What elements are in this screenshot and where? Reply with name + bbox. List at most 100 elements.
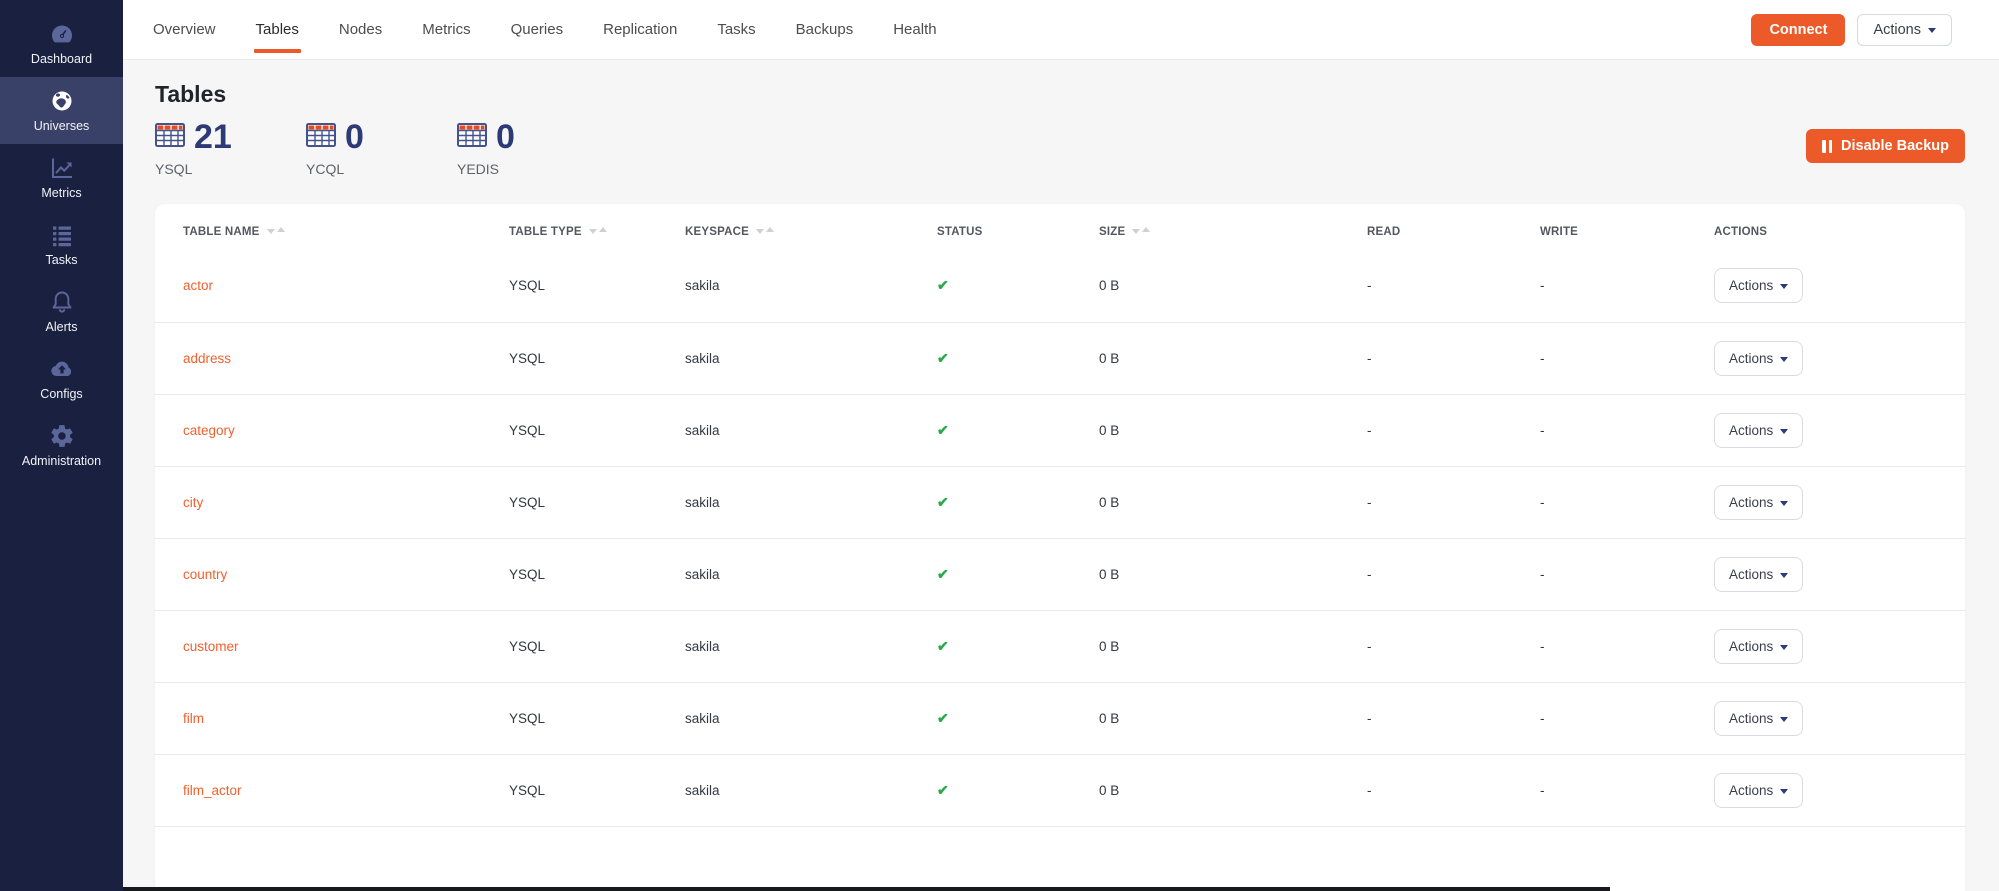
sidebar-item-label: Alerts bbox=[46, 320, 78, 334]
table-name-link[interactable]: category bbox=[183, 423, 235, 438]
chevron-down-icon bbox=[1780, 357, 1788, 362]
stat-top: 0 bbox=[306, 120, 457, 154]
stat-ycql: 0 YCQL bbox=[306, 120, 457, 177]
cell-write: - bbox=[1540, 394, 1714, 466]
sidebar-item-configs[interactable]: Configs bbox=[0, 345, 123, 412]
table-row: countryYSQLsakila✔0 B--Actions bbox=[155, 538, 1965, 610]
row-actions-label: Actions bbox=[1729, 351, 1773, 366]
sidebar-item-administration[interactable]: Administration bbox=[0, 412, 123, 479]
cell-table-name: actor bbox=[155, 250, 509, 322]
row-actions-button[interactable]: Actions bbox=[1714, 557, 1803, 592]
cell-keyspace: sakila bbox=[685, 322, 937, 394]
cell-write: - bbox=[1540, 682, 1714, 754]
tab-metrics[interactable]: Metrics bbox=[422, 0, 470, 59]
check-icon: ✔ bbox=[937, 494, 949, 510]
chevron-down-icon bbox=[1780, 789, 1788, 794]
stat-label: YEDIS bbox=[457, 161, 608, 177]
row-actions-button[interactable]: Actions bbox=[1714, 268, 1803, 303]
column-label: KEYSPACE bbox=[685, 226, 749, 238]
connect-button[interactable]: Connect bbox=[1751, 14, 1845, 46]
cell-read: - bbox=[1367, 682, 1540, 754]
table-row: customerYSQLsakila✔0 B--Actions bbox=[155, 610, 1965, 682]
stat-label: YCQL bbox=[306, 161, 457, 177]
metrics-chart-icon bbox=[49, 155, 75, 181]
cell-table-name: city bbox=[155, 466, 509, 538]
check-icon: ✔ bbox=[937, 782, 949, 798]
table-name-link[interactable]: film_actor bbox=[183, 783, 242, 798]
table-counts: 21YSQL0YCQL0YEDIS bbox=[155, 120, 608, 177]
tab-nodes[interactable]: Nodes bbox=[339, 0, 382, 59]
table-name-link[interactable]: customer bbox=[183, 639, 239, 654]
table-name-link[interactable]: address bbox=[183, 351, 231, 366]
stat-value: 0 bbox=[496, 120, 515, 154]
table-grid-icon bbox=[306, 123, 336, 152]
cell-keyspace: sakila bbox=[685, 538, 937, 610]
table-row: cityYSQLsakila✔0 B--Actions bbox=[155, 466, 1965, 538]
stats-row: 21YSQL0YCQL0YEDIS Disable Backup bbox=[155, 120, 1965, 177]
cell-keyspace: sakila bbox=[685, 394, 937, 466]
check-icon: ✔ bbox=[937, 566, 949, 582]
table-row: addressYSQLsakila✔0 B--Actions bbox=[155, 322, 1965, 394]
tab-tasks[interactable]: Tasks bbox=[717, 0, 755, 59]
tables-table: TABLE NAMETABLE TYPEKEYSPACESTATUSSIZERE… bbox=[155, 204, 1965, 827]
column-header-size[interactable]: SIZE bbox=[1099, 204, 1367, 250]
row-actions-button[interactable]: Actions bbox=[1714, 413, 1803, 448]
tab-tables[interactable]: Tables bbox=[256, 0, 299, 59]
cell-actions: Actions bbox=[1714, 322, 1965, 394]
cell-table-name: address bbox=[155, 322, 509, 394]
sidebar-item-dashboard[interactable]: Dashboard bbox=[0, 10, 123, 77]
table-row: film_actorYSQLsakila✔0 B--Actions bbox=[155, 754, 1965, 826]
chevron-down-icon bbox=[1780, 645, 1788, 650]
chevron-down-icon bbox=[1780, 501, 1788, 506]
table-name-link[interactable]: city bbox=[183, 495, 203, 510]
cell-status: ✔ bbox=[937, 322, 1099, 394]
column-header-keyspace[interactable]: KEYSPACE bbox=[685, 204, 937, 250]
cell-read: - bbox=[1367, 394, 1540, 466]
pause-icon bbox=[1822, 140, 1832, 153]
cell-write: - bbox=[1540, 754, 1714, 826]
actions-dropdown-button[interactable]: Actions bbox=[1857, 14, 1952, 46]
tab-health[interactable]: Health bbox=[893, 0, 936, 59]
row-actions-button[interactable]: Actions bbox=[1714, 701, 1803, 736]
check-icon: ✔ bbox=[937, 350, 949, 366]
cell-table-type: YSQL bbox=[509, 322, 685, 394]
cell-status: ✔ bbox=[937, 754, 1099, 826]
row-actions-label: Actions bbox=[1729, 495, 1773, 510]
sidebar-item-label: Configs bbox=[40, 387, 82, 401]
tab-replication[interactable]: Replication bbox=[603, 0, 677, 59]
sidebar-item-tasks[interactable]: Tasks bbox=[0, 211, 123, 278]
cell-status: ✔ bbox=[937, 682, 1099, 754]
sidebar-item-metrics[interactable]: Metrics bbox=[0, 144, 123, 211]
table-name-link[interactable]: film bbox=[183, 711, 204, 726]
cell-size: 0 B bbox=[1099, 538, 1367, 610]
row-actions-button[interactable]: Actions bbox=[1714, 629, 1803, 664]
row-actions-label: Actions bbox=[1729, 423, 1773, 438]
check-icon: ✔ bbox=[937, 277, 949, 293]
sidebar-item-universes[interactable]: Universes bbox=[0, 77, 123, 144]
cell-actions: Actions bbox=[1714, 682, 1965, 754]
table-name-link[interactable]: country bbox=[183, 567, 227, 582]
chevron-down-icon bbox=[1780, 717, 1788, 722]
tab-backups[interactable]: Backups bbox=[796, 0, 854, 59]
table-name-link[interactable]: actor bbox=[183, 278, 213, 293]
stat-ysql: 21YSQL bbox=[155, 120, 306, 177]
disable-backup-button[interactable]: Disable Backup bbox=[1806, 129, 1965, 163]
table-body: actorYSQLsakila✔0 B--ActionsaddressYSQLs… bbox=[155, 250, 1965, 826]
tab-overview[interactable]: Overview bbox=[153, 0, 216, 59]
table-row: actorYSQLsakila✔0 B--Actions bbox=[155, 250, 1965, 322]
row-actions-button[interactable]: Actions bbox=[1714, 773, 1803, 808]
tab-queries[interactable]: Queries bbox=[511, 0, 564, 59]
sidebar-item-label: Metrics bbox=[41, 186, 81, 200]
cell-read: - bbox=[1367, 754, 1540, 826]
sidebar-item-alerts[interactable]: Alerts bbox=[0, 278, 123, 345]
cell-table-name: customer bbox=[155, 610, 509, 682]
row-actions-button[interactable]: Actions bbox=[1714, 485, 1803, 520]
column-header-table-name[interactable]: TABLE NAME bbox=[155, 204, 509, 250]
cell-actions: Actions bbox=[1714, 538, 1965, 610]
cell-table-type: YSQL bbox=[509, 682, 685, 754]
column-header-table-type[interactable]: TABLE TYPE bbox=[509, 204, 685, 250]
cell-actions: Actions bbox=[1714, 394, 1965, 466]
table-grid-icon bbox=[155, 123, 185, 152]
row-actions-button[interactable]: Actions bbox=[1714, 341, 1803, 376]
top-navigation: Overview Tables Nodes Metrics Queries Replica… bbox=[123, 0, 1999, 60]
